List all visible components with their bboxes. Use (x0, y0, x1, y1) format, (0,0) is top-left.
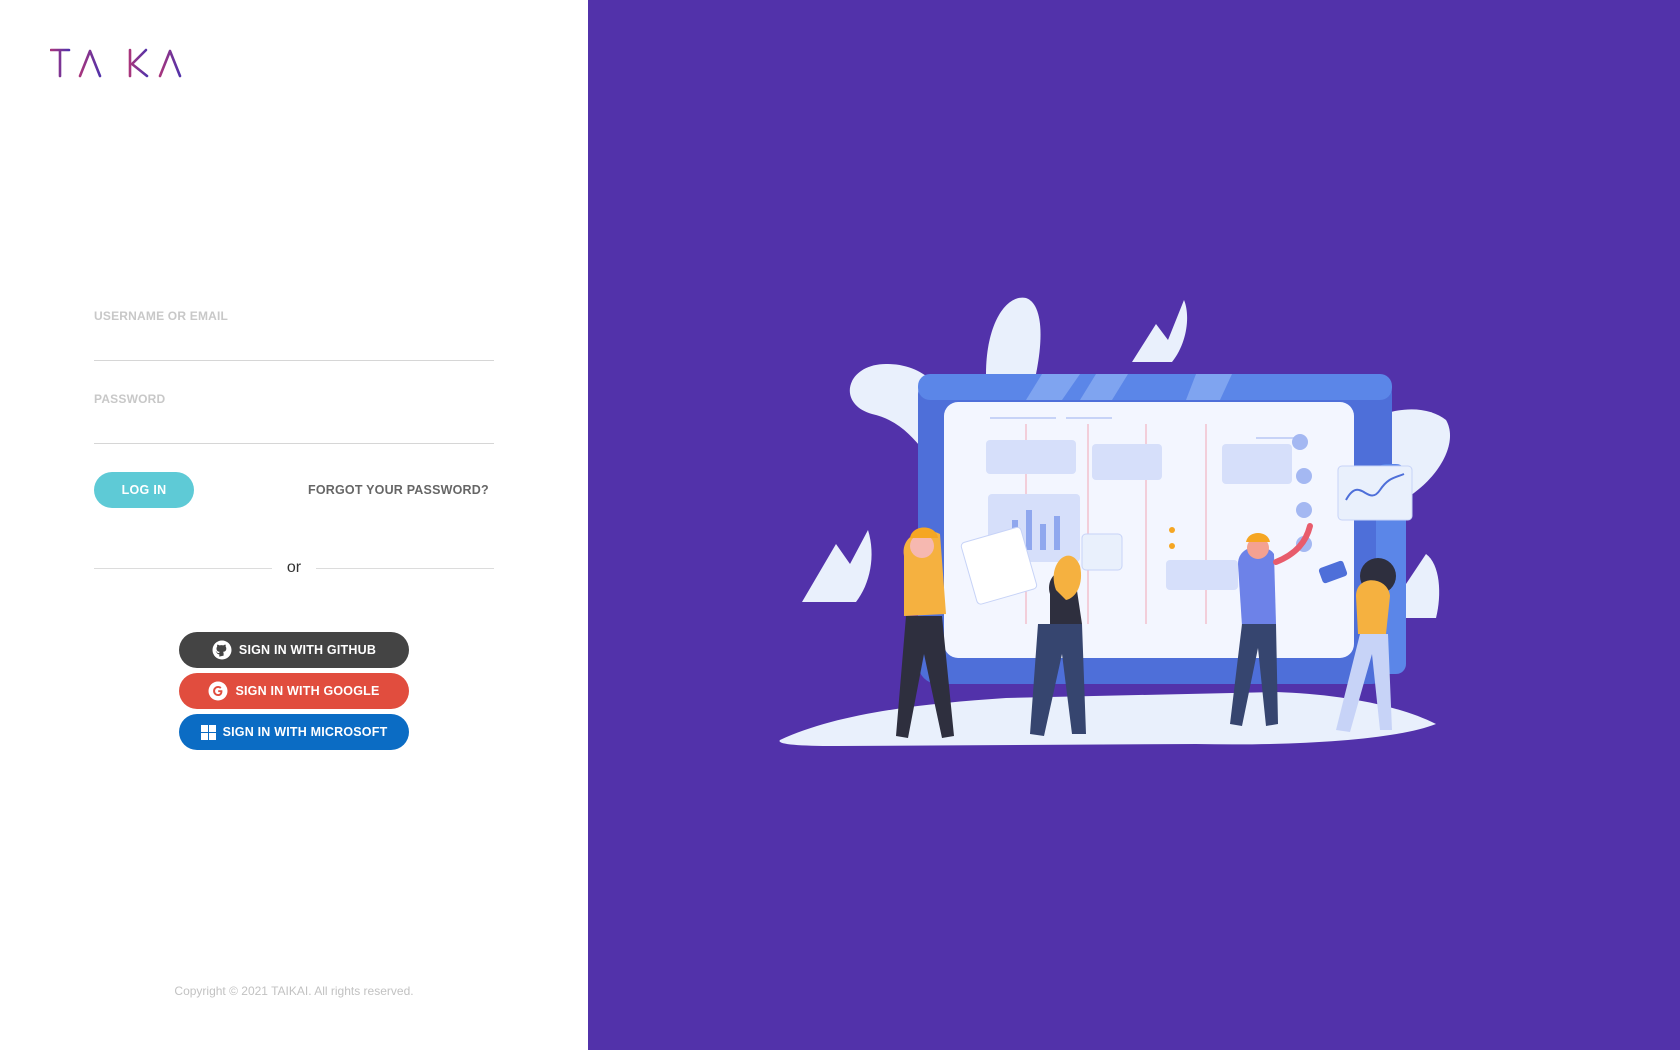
forgot-password-link[interactable]: FORGOT YOUR PASSWORD? (308, 483, 489, 497)
google-signin-button[interactable]: SIGN IN WITH GOOGLE (179, 673, 409, 709)
team-dashboard-illustration (779, 297, 1451, 746)
or-divider-text: or (286, 559, 302, 576)
username-label: USERNAME OR EMAIL (94, 309, 229, 323)
login-panel: USERNAME OR EMAIL PASSWORD LOG IN FORGOT… (0, 0, 588, 1050)
github-signin-button[interactable]: SIGN IN WITH GITHUB (179, 632, 409, 668)
divider-right (316, 568, 494, 569)
taikai-logo[interactable] (50, 48, 202, 78)
microsoft-signin-button[interactable]: SIGN IN WITH MICROSOFT (179, 714, 409, 750)
github-signin-label: SIGN IN WITH GITHUB (238, 643, 377, 657)
google-icon (208, 681, 228, 701)
divider-left (94, 568, 272, 569)
login-button[interactable]: LOG IN (94, 472, 194, 508)
username-input[interactable] (94, 330, 494, 361)
microsoft-icon (200, 724, 216, 740)
password-input[interactable] (94, 413, 494, 444)
microsoft-signin-label: SIGN IN WITH MICROSOFT (222, 725, 388, 739)
google-signin-label: SIGN IN WITH GOOGLE (235, 684, 380, 698)
password-label: PASSWORD (94, 392, 166, 406)
copyright-text: Copyright © 2021 TAIKAI. All rights rese… (174, 984, 414, 998)
github-icon (212, 640, 232, 660)
